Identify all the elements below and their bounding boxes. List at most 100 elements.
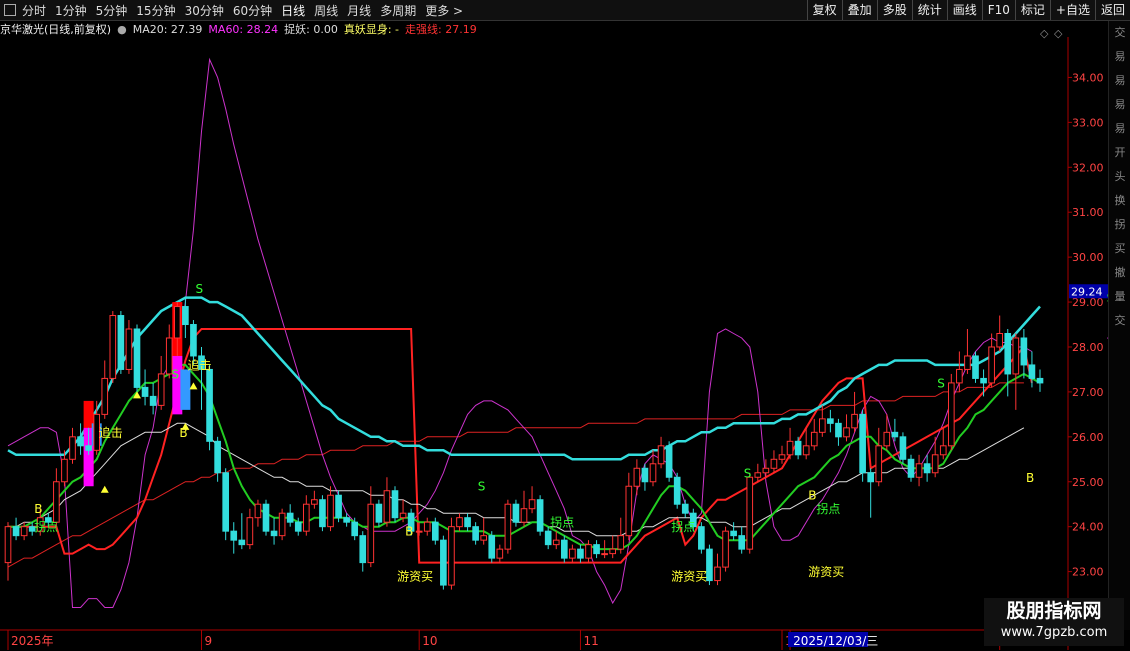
- candle-body: [641, 467, 649, 483]
- chart-annotation: 游资买: [671, 570, 707, 584]
- side-panel: 交易易易易开头换拐买撤量交: [1108, 21, 1130, 630]
- price-chart[interactable]: 22.0023.0024.0025.0026.0027.0028.0029.00…: [0, 21, 1130, 651]
- x-tick-label: 10: [422, 634, 437, 648]
- chart-annotation: B: [808, 489, 816, 503]
- indicator-toggle-icon[interactable]: ●: [117, 23, 127, 36]
- chart-annotation: S: [196, 282, 204, 296]
- candle-body: [254, 503, 262, 519]
- tool-button-4[interactable]: 画线: [946, 0, 982, 20]
- candle-body: [601, 553, 608, 556]
- y-tick-label: 30.00: [1072, 251, 1104, 264]
- side-panel-char-6: 头: [1114, 170, 1126, 183]
- ma60-value: MA60: 28.24: [208, 22, 279, 36]
- x-tick-label: 9: [205, 634, 213, 648]
- candle-body: [423, 521, 431, 532]
- chart-annotation: 游资买: [397, 570, 433, 584]
- candle-body: [560, 539, 568, 559]
- candle-body: [1012, 337, 1020, 375]
- candle-body: [311, 499, 318, 505]
- candle-body: [931, 454, 939, 474]
- candle-body: [141, 386, 149, 397]
- side-panel-char-10: 撤: [1114, 266, 1126, 279]
- window-icon[interactable]: [4, 4, 16, 16]
- candle-body: [319, 499, 326, 528]
- candle-body: [770, 458, 778, 469]
- tool-button-7[interactable]: +自选: [1049, 0, 1095, 20]
- candle-body: [4, 526, 12, 564]
- period-tab-3[interactable]: 15分钟: [136, 2, 175, 19]
- candle-body: [923, 463, 931, 474]
- y-tick-label: 32.00: [1072, 161, 1104, 174]
- period-tab-2[interactable]: 5分钟: [96, 2, 128, 19]
- current-price-label: 29.24: [1071, 285, 1103, 298]
- candle-body: [327, 494, 334, 528]
- y-tick-label: 33.00: [1072, 116, 1104, 129]
- side-panel-char-1: 易: [1114, 50, 1126, 63]
- tool-button-6[interactable]: 标记: [1014, 0, 1050, 20]
- candle-body: [440, 539, 447, 586]
- chart-annotation: S: [478, 480, 486, 494]
- y-tick-label: 25.00: [1072, 476, 1104, 489]
- indicator-info-bar: 京华激光(日线,前复权) ● MA20: 27.39 MA60: 28.24 捉…: [0, 21, 1068, 37]
- candle-body: [859, 413, 866, 474]
- tool-button-1[interactable]: 叠加: [841, 0, 877, 20]
- y-tick-label: 31.00: [1072, 206, 1104, 219]
- candle-body: [722, 530, 729, 568]
- chart-annotation: B: [1026, 471, 1034, 485]
- watermark-title: 股朋指标网: [1006, 600, 1102, 622]
- candle-body: [1028, 364, 1036, 379]
- candle-body: [190, 324, 197, 357]
- chart-annotation: B: [405, 525, 413, 539]
- x-tick-label: 2025年: [11, 634, 54, 648]
- candle-body: [875, 445, 883, 483]
- candle-body: [222, 472, 230, 532]
- candle-body: [899, 436, 907, 460]
- side-panel-char-3: 易: [1114, 98, 1126, 111]
- candle-body: [278, 512, 286, 537]
- period-tab-5[interactable]: 60分钟: [233, 2, 272, 19]
- candle-body: [214, 440, 221, 474]
- candle-body: [762, 467, 770, 474]
- candle-body: [61, 458, 68, 483]
- candle-body: [472, 526, 479, 541]
- y-tick-label: 26.00: [1072, 431, 1104, 444]
- candle-body: [569, 548, 576, 559]
- candle-body: [714, 566, 721, 582]
- candle-body: [399, 512, 407, 519]
- period-tab-6[interactable]: 日线: [281, 2, 305, 19]
- tool-button-3[interactable]: 统计: [911, 0, 947, 20]
- side-panel-char-7: 换: [1114, 194, 1126, 207]
- tool-button-8[interactable]: 返回: [1094, 0, 1130, 20]
- period-tab-7[interactable]: 周线: [314, 2, 338, 19]
- watermark: 股朋指标网 www.7gpzb.com: [984, 598, 1124, 646]
- candle-body: [907, 458, 915, 478]
- candle-body: [182, 306, 189, 326]
- tool-button-5[interactable]: F10: [981, 0, 1015, 20]
- period-tab-4[interactable]: 30分钟: [185, 2, 224, 19]
- candle-body: [980, 377, 987, 384]
- candle-body: [633, 467, 641, 487]
- chart-annotation: 游资买: [808, 565, 844, 579]
- candle-body: [335, 494, 342, 519]
- period-tab-8[interactable]: 月线: [347, 2, 371, 19]
- candle-body: [915, 463, 923, 478]
- tool-button-0[interactable]: 复权: [806, 0, 842, 20]
- candle-body: [794, 440, 802, 456]
- period-tab-9[interactable]: 多周期: [380, 2, 416, 19]
- candle-body: [359, 535, 367, 564]
- y-tick-label: 23.00: [1072, 566, 1104, 579]
- tool-button-2[interactable]: 多股: [876, 0, 912, 20]
- zhuoyao-value: 捉妖: 0.00: [284, 23, 338, 36]
- candle-body: [157, 373, 165, 406]
- candle-body: [867, 472, 875, 483]
- period-tab-0[interactable]: 分时: [22, 2, 46, 19]
- candle-body: [972, 355, 979, 379]
- period-tab-10[interactable]: 更多 >: [425, 2, 463, 19]
- period-tab-1[interactable]: 1分钟: [55, 2, 87, 19]
- candle-body: [302, 503, 310, 532]
- x-tick-label: 2025/12/03/三: [793, 634, 878, 648]
- y-tick-label: 34.00: [1072, 71, 1104, 84]
- candle-body: [810, 431, 818, 447]
- candle-body: [77, 436, 84, 447]
- zouqiang-value: 走强线: 27.19: [405, 23, 477, 36]
